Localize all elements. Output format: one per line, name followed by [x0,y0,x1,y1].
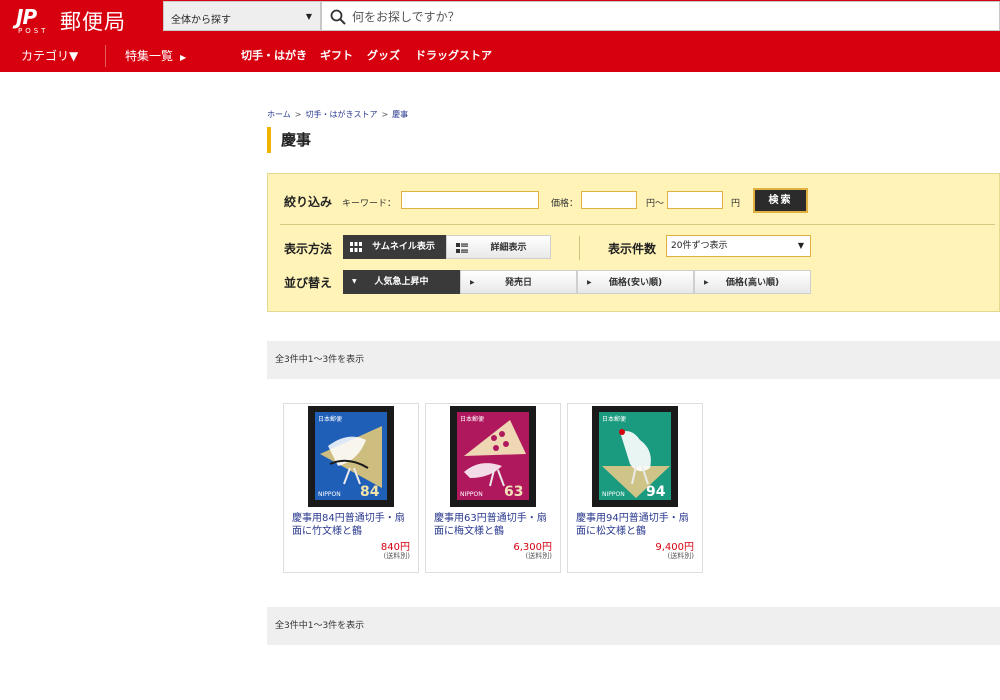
display-detail-button[interactable]: 詳細表示 [446,235,551,259]
triangle-right-icon: ▶ [470,279,475,286]
search-box[interactable] [321,1,1000,31]
search-icon [330,9,346,25]
grid-icon [350,242,362,252]
svg-text:日本郵便: 日本郵便 [460,415,484,423]
nav-link-drugstore[interactable]: ドラッグストア [415,40,492,72]
price-min-input[interactable] [581,191,637,209]
svg-text:日本郵便: 日本郵便 [602,415,626,423]
jp-post-mark: JP POST [16,5,49,35]
svg-text:84: 84 [360,484,380,500]
product-image[interactable]: 日本郵便 NIPPON 94 [592,406,678,507]
nav-divider [105,45,106,67]
svg-text:NIPPON: NIPPON [318,491,341,498]
caret-down-icon: ▼ [305,12,312,21]
product-card[interactable]: 日本郵便 NIPPON 63 慶事用63円普通切手・扇面に梅文様と鶴 6,300… [425,403,561,573]
breadcrumb-stamp-store[interactable]: 切手・はがきストア [305,110,377,119]
caret-down-icon: ▼ [797,241,804,250]
shipping-note: (送料別) [667,552,694,560]
nav-category[interactable]: カテゴリ▼ [21,40,78,72]
filter-vertical-divider [579,236,580,260]
sort-label: 並び替え [284,276,333,290]
nav-bar: カテゴリ▼ 特集一覧 ▶ 切手・はがき ギフト グッズ ドラッグストア [0,40,1000,72]
narrow-label: 絞り込み [284,195,333,209]
svg-text:94: 94 [646,484,666,500]
svg-text:63: 63 [504,484,523,500]
shipping-note: (送料別) [383,552,410,560]
svg-text:NIPPON: NIPPON [460,491,483,498]
product-name[interactable]: 慶事用94円普通切手・扇面に松文様と鶴 [576,512,698,538]
sort-popular-button[interactable]: ▼ 人気急上昇中 [343,270,460,294]
triangle-right-icon: ▶ [704,279,709,286]
sort-release-date-button[interactable]: ▶ 発売日 [460,270,577,294]
product-card[interactable]: 日本郵便 NIPPON 84 慶事用84円普通切手・扇面に竹文様と鶴 840円 … [283,403,419,573]
product-image[interactable]: 日本郵便 NIPPON 63 [450,406,536,507]
count-label: 表示件数 [608,242,657,256]
nav-special[interactable]: 特集一覧 ▶ [125,40,186,72]
product-image[interactable]: 日本郵便 NIPPON 84 [308,406,394,507]
filter-divider [280,224,995,225]
keyword-label: キーワード： [342,199,397,209]
price-max-input[interactable] [667,191,723,209]
breadcrumb-home[interactable]: ホーム [267,110,291,119]
triangle-right-icon: ▶ [587,279,592,286]
sort-price-low-button[interactable]: ▶ 価格(安い順) [577,270,694,294]
shipping-note: (送料別) [525,552,552,560]
result-count-top: 全3件中1～3件を表示 [267,341,1000,379]
price-from-unit: 円〜 [646,199,665,209]
price-label: 価格： [551,199,579,209]
nav-link-gift[interactable]: ギフト [320,40,353,72]
top-header: JP POST 郵便局 全体から探す ▼ [0,0,1000,40]
count-select[interactable]: 20件ずつ表示 ▼ [666,235,811,257]
product-card[interactable]: 日本郵便 NIPPON 94 慶事用94円普通切手・扇面に松文様と鶴 9,400… [567,403,703,573]
product-name[interactable]: 慶事用84円普通切手・扇面に竹文様と鶴 [292,512,414,538]
sort-price-high-button[interactable]: ▶ 価格(高い順) [694,270,811,294]
search-input[interactable] [352,6,952,28]
list-icon [456,243,468,253]
breadcrumb-current: 慶事 [392,110,409,119]
triangle-down-icon: ▼ [352,278,357,285]
display-label: 表示方法 [284,242,333,256]
breadcrumb: ホーム > 切手・はがきストア > 慶事 [267,110,409,119]
nav-link-goods[interactable]: グッズ [367,40,400,72]
search-scope-select[interactable]: 全体から探す ▼ [163,1,321,31]
display-thumbnail-button[interactable]: サムネイル表示 [343,235,446,259]
svg-text:NIPPON: NIPPON [602,491,625,498]
filter-panel: 絞り込み キーワード： 価格： 円〜 円 検索 表示方法 サムネイル表示 詳細表… [267,173,1000,312]
nav-link-stamps[interactable]: 切手・はがき [241,40,307,72]
filter-search-button[interactable]: 検索 [753,188,808,213]
result-count-bottom: 全3件中1～3件を表示 [267,607,1000,645]
page-title: 慶事 [267,127,311,153]
svg-text:日本郵便: 日本郵便 [318,415,342,423]
price-to-unit: 円 [731,199,741,209]
japan-post-logo[interactable]: JP POST 郵便局 [8,3,158,37]
logo-text: 郵便局 [60,10,126,34]
triangle-right-icon: ▶ [180,53,187,62]
keyword-input[interactable] [401,191,539,209]
product-name[interactable]: 慶事用63円普通切手・扇面に梅文様と鶴 [434,512,556,538]
